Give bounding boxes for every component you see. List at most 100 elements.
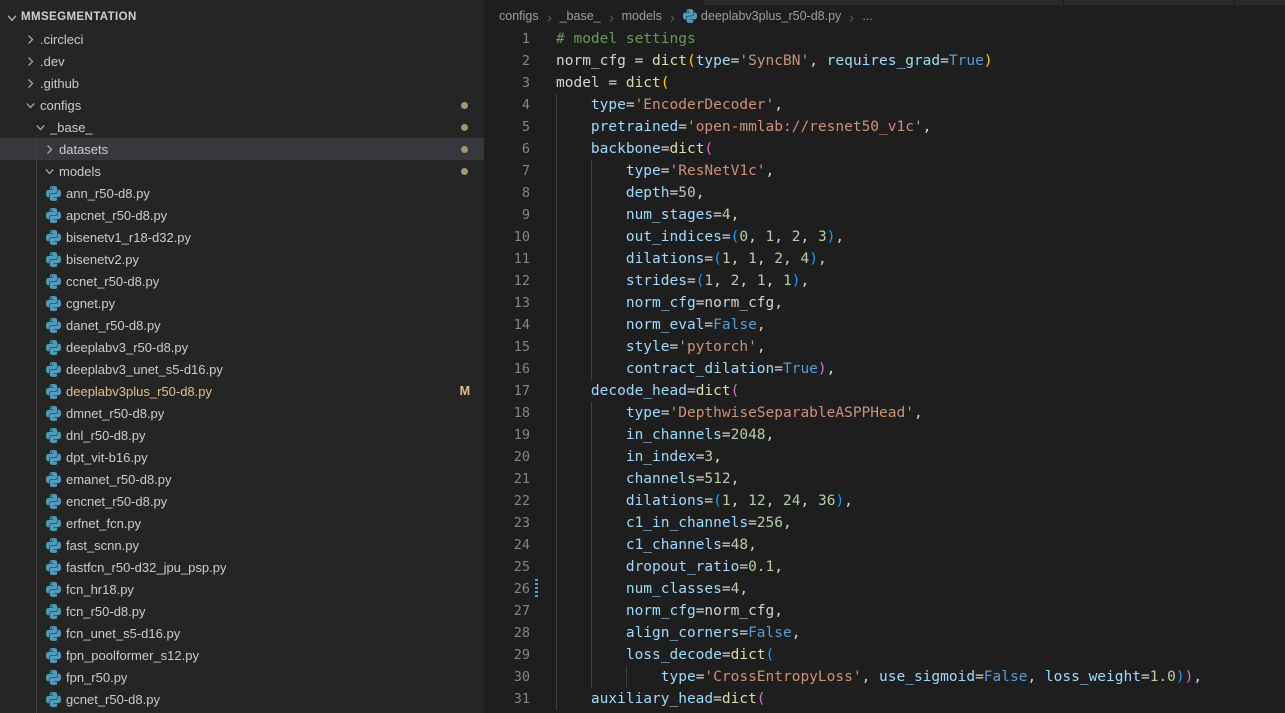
breadcrumb-item[interactable]: _base_ bbox=[560, 9, 601, 23]
sidebar-folder-_base_[interactable]: _base_ bbox=[0, 116, 484, 138]
code-line-15[interactable]: 15 style='pytorch', bbox=[484, 336, 1285, 358]
breadcrumb-separator-icon bbox=[545, 12, 554, 22]
sidebar-folder-.circleci[interactable]: .circleci bbox=[0, 28, 484, 50]
breadcrumb-item[interactable]: configs bbox=[499, 9, 539, 23]
token: pretrained bbox=[590, 119, 679, 135]
sidebar-file-dnl_r50-d8.py[interactable]: dnl_r50-d8.py bbox=[0, 424, 484, 446]
sidebar-folder-.github[interactable]: .github bbox=[0, 72, 484, 94]
sidebar-file-dmnet_r50-d8.py[interactable]: dmnet_r50-d8.py bbox=[0, 402, 484, 424]
code-line-17[interactable]: 17 decode_head=dict( bbox=[484, 380, 1285, 402]
indent-guide bbox=[590, 182, 592, 204]
code-line-27[interactable]: 27 norm_cfg=norm_cfg, bbox=[484, 600, 1285, 622]
code-line-12[interactable]: 12 strides=(1, 2, 1, 1), bbox=[484, 270, 1285, 292]
token: type bbox=[695, 53, 731, 69]
sidebar-file-fpn_poolformer_s12.py[interactable]: fpn_poolformer_s12.py bbox=[0, 644, 484, 666]
chevron-right-icon[interactable] bbox=[24, 33, 36, 45]
chevron-right-icon[interactable] bbox=[24, 55, 36, 67]
sidebar-folder-models[interactable]: models bbox=[0, 160, 484, 182]
code-line-10[interactable]: 10 out_indices=(0, 1, 2, 3), bbox=[484, 226, 1285, 248]
token: 50 bbox=[678, 185, 696, 201]
code-line-6[interactable]: 6 backbone=dict( bbox=[484, 138, 1285, 160]
chevron-right-icon[interactable] bbox=[43, 143, 55, 155]
breadcrumb-item[interactable]: models bbox=[622, 9, 662, 23]
code-line-20[interactable]: 20 in_index=3, bbox=[484, 446, 1285, 468]
token: dict bbox=[669, 141, 705, 157]
token: = bbox=[739, 625, 749, 641]
code-line-8[interactable]: 8 depth=50, bbox=[484, 182, 1285, 204]
token: , bbox=[774, 603, 783, 619]
code-line-9[interactable]: 9 num_stages=4, bbox=[484, 204, 1285, 226]
sidebar-file-cgnet.py[interactable]: cgnet.py bbox=[0, 292, 484, 314]
chevron-down-icon[interactable] bbox=[24, 99, 36, 111]
sidebar-file-fcn_r50-d8.py[interactable]: fcn_r50-d8.py bbox=[0, 600, 484, 622]
code-line-31[interactable]: 31 auxiliary_head=dict( bbox=[484, 688, 1285, 710]
code-line-29[interactable]: 29 loss_decode=dict( bbox=[484, 644, 1285, 666]
chevron-down-icon[interactable] bbox=[43, 165, 55, 177]
code-line-16[interactable]: 16 contract_dilation=True), bbox=[484, 358, 1285, 380]
code-line-content: in_index=3, bbox=[556, 446, 722, 468]
code-line-26[interactable]: 26 num_classes=4, bbox=[484, 578, 1285, 600]
sidebar-file-ann_r50-d8.py[interactable]: ann_r50-d8.py bbox=[0, 182, 484, 204]
sidebar-file-apcnet_r50-d8.py[interactable]: apcnet_r50-d8.py bbox=[0, 204, 484, 226]
code-line-23[interactable]: 23 c1_in_channels=256, bbox=[484, 512, 1285, 534]
modified-contents-dot bbox=[461, 101, 468, 109]
line-number: 5 bbox=[521, 119, 530, 135]
code-line-7[interactable]: 7 type='ResNetV1c', bbox=[484, 160, 1285, 182]
sidebar-file-deeplabv3plus_r50-d8.py[interactable]: deeplabv3plus_r50-d8.py M bbox=[0, 380, 484, 402]
vscode-window: MMSEGMENTATION .circleci .dev .github confi… bbox=[0, 0, 1285, 713]
sidebar-file-emanet_r50-d8.py[interactable]: emanet_r50-d8.py bbox=[0, 468, 484, 490]
breadcrumb-file[interactable]: deeplabv3plus_r50-d8.py bbox=[682, 9, 841, 23]
sidebar-file-fcn_hr18.py[interactable]: fcn_hr18.py bbox=[0, 578, 484, 600]
sidebar-file-deeplabv3_unet_s5-d16.py[interactable]: deeplabv3_unet_s5-d16.py bbox=[0, 358, 484, 380]
sidebar-file-fpn_r50.py[interactable]: fpn_r50.py bbox=[0, 666, 484, 688]
code-line-24[interactable]: 24 c1_channels=48, bbox=[484, 534, 1285, 556]
indent-guide bbox=[556, 688, 557, 710]
sidebar-file-ccnet_r50-d8.py[interactable]: ccnet_r50-d8.py bbox=[0, 270, 484, 292]
sidebar-file-fcn_unet_s5-d16.py[interactable]: fcn_unet_s5-d16.py bbox=[0, 622, 484, 644]
code-line-25[interactable]: 25 dropout_ratio=0.1, bbox=[484, 556, 1285, 578]
line-number: 30 bbox=[513, 669, 530, 685]
token: depth bbox=[625, 185, 670, 201]
sidebar-file-deeplabv3_r50-d8.py[interactable]: deeplabv3_r50-d8.py bbox=[0, 336, 484, 358]
sidebar-folder-datasets[interactable]: datasets bbox=[0, 138, 484, 160]
gutter-modified-indicator[interactable] bbox=[535, 579, 538, 599]
code-line-28[interactable]: 28 align_corners=False, bbox=[484, 622, 1285, 644]
code-line-3[interactable]: 3 model = dict( bbox=[484, 72, 1285, 94]
item-label: fcn_hr18.py bbox=[66, 581, 134, 597]
explorer-root-folder[interactable]: MMSEGMENTATION bbox=[0, 6, 484, 28]
sidebar-file-fastfcn_r50-d32_jpu_psp.py[interactable]: fastfcn_r50-d32_jpu_psp.py bbox=[0, 556, 484, 578]
code-line-19[interactable]: 19 in_channels=2048, bbox=[484, 424, 1285, 446]
sidebar-file-gcnet_r50-d8.py[interactable]: gcnet_r50-d8.py bbox=[0, 688, 484, 710]
code-editor[interactable]: 1 # model settings 2 norm_cfg = dict(type='… bbox=[484, 28, 1285, 710]
code-line-21[interactable]: 21 channels=512, bbox=[484, 468, 1285, 490]
code-line-5[interactable]: 5 pretrained='open-mmlab://resnet50_v1c'… bbox=[484, 116, 1285, 138]
code-line-14[interactable]: 14 norm_eval=False, bbox=[484, 314, 1285, 336]
token: , bbox=[800, 493, 818, 509]
code-line-11[interactable]: 11 dilations=(1, 1, 2, 4), bbox=[484, 248, 1285, 270]
token: 1.0 bbox=[1149, 669, 1176, 685]
token: ) bbox=[809, 251, 818, 267]
sidebar-folder-.dev[interactable]: .dev bbox=[0, 50, 484, 72]
code-line-22[interactable]: 22 dilations=(1, 12, 24, 36), bbox=[484, 490, 1285, 512]
sidebar-file-bisenetv2.py[interactable]: bisenetv2.py bbox=[0, 248, 484, 270]
sidebar-file-erfnet_fcn.py[interactable]: erfnet_fcn.py bbox=[0, 512, 484, 534]
chevron-down-icon[interactable] bbox=[34, 121, 46, 133]
breadcrumb-overflow[interactable]: ... bbox=[862, 9, 872, 23]
chevron-right-icon[interactable] bbox=[24, 77, 36, 89]
indent-guide bbox=[556, 424, 557, 446]
sidebar-file-encnet_r50-d8.py[interactable]: encnet_r50-d8.py bbox=[0, 490, 484, 512]
sidebar-file-bisenetv1_r18-d32.py[interactable]: bisenetv1_r18-d32.py bbox=[0, 226, 484, 248]
code-line-4[interactable]: 4 type='EncoderDecoder', bbox=[484, 94, 1285, 116]
code-line-13[interactable]: 13 norm_cfg=norm_cfg, bbox=[484, 292, 1285, 314]
code-line-30[interactable]: 30 type='CrossEntropyLoss', use_sigmoid=… bbox=[484, 666, 1285, 688]
code-line-1[interactable]: 1 # model settings bbox=[484, 28, 1285, 50]
sidebar-folder-configs[interactable]: configs bbox=[0, 94, 484, 116]
sidebar-file-dpt_vit-b16.py[interactable]: dpt_vit-b16.py bbox=[0, 446, 484, 468]
sidebar-file-fast_scnn.py[interactable]: fast_scnn.py bbox=[0, 534, 484, 556]
code-line-2[interactable]: 2 norm_cfg = dict(type = 'SyncBN', requires… bbox=[484, 50, 1285, 72]
sidebar-file-danet_r50-d8.py[interactable]: danet_r50-d8.py bbox=[0, 314, 484, 336]
item-label: apcnet_r50-d8.py bbox=[66, 207, 168, 223]
token: , bbox=[730, 493, 749, 509]
code-line-18[interactable]: 18 type='DepthwiseSeparableASPPHead', bbox=[484, 402, 1285, 424]
